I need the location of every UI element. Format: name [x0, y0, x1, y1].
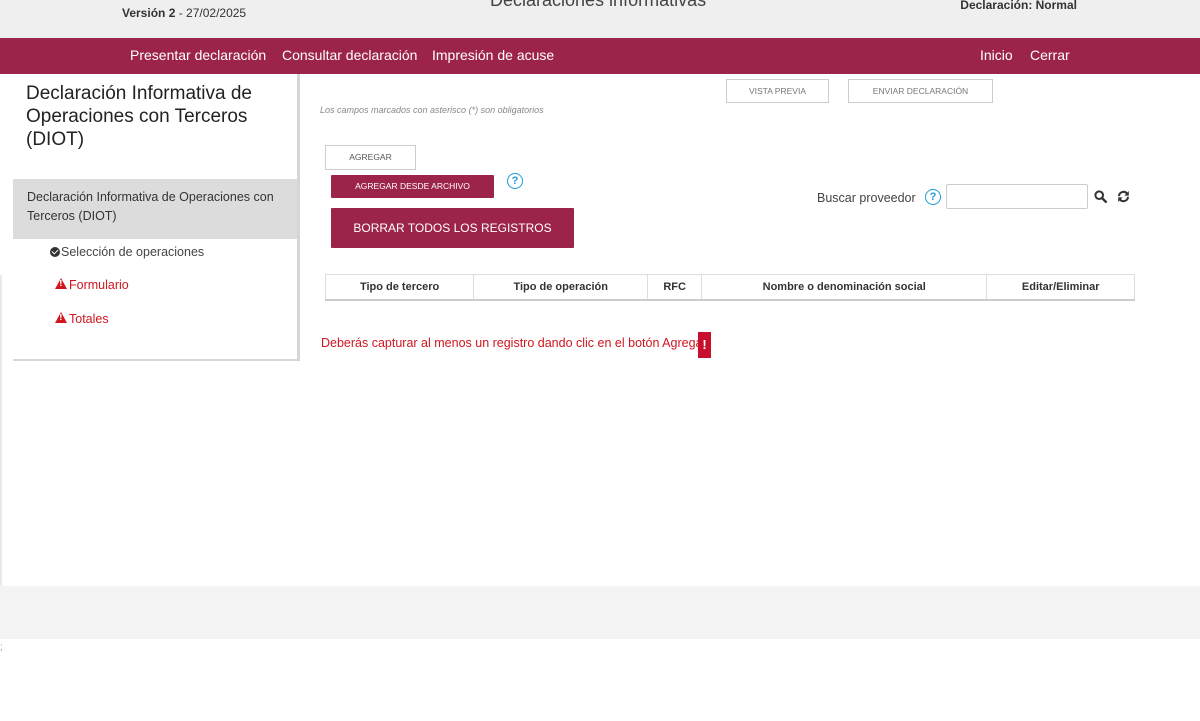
sidebar-item-totales[interactable]: Totales	[55, 311, 109, 326]
check-circle-icon	[50, 247, 60, 257]
preview-button[interactable]: VISTA PREVIA	[726, 79, 829, 103]
delete-all-records-button[interactable]: BORRAR TODOS LOS REGISTROS	[331, 208, 574, 248]
sidebar-item-label: Selección de operaciones	[61, 245, 205, 259]
version-date: - 27/02/2025	[178, 6, 247, 20]
sidebar-item-seleccion-operaciones[interactable]: Selección de operaciones	[50, 245, 204, 259]
nav-presentar-declaracion[interactable]: Presentar declaración	[130, 47, 266, 63]
col-header-nombre[interactable]: Nombre o denominación social	[701, 274, 988, 301]
col-header-tipo-tercero[interactable]: Tipo de tercero	[324, 274, 475, 301]
search-supplier-input[interactable]	[946, 184, 1088, 209]
sidebar: Declaración Informativa de Operaciones c…	[13, 74, 300, 361]
warning-icon	[55, 277, 67, 289]
footer-band	[0, 586, 1200, 639]
top-header: Versión 2 - 27/02/2025 Declaraciones inf…	[0, 0, 1200, 38]
search-supplier-label: Buscar proveedor	[817, 191, 916, 205]
col-header-editar-eliminar: Editar/Eliminar	[986, 274, 1135, 301]
sidebar-item-diot[interactable]: Declaración Informativa de Operaciones c…	[13, 179, 297, 239]
warning-icon	[55, 311, 67, 323]
required-fields-hint: Los campos marcados con asterisco (*) so…	[320, 105, 544, 115]
col-header-tipo-operacion[interactable]: Tipo de operación	[473, 274, 649, 301]
error-message: Deberás capturar al menos un registro da…	[321, 336, 710, 350]
suppliers-table: Tipo de tercero Tipo de operación RFC No…	[324, 274, 1135, 301]
sidebar-item-label: Formulario	[69, 278, 129, 292]
table-header-row: Tipo de tercero Tipo de operación RFC No…	[324, 274, 1135, 301]
error-badge: !	[698, 332, 711, 358]
declaration-type: Declaración: Normal	[960, 0, 1077, 12]
version-info: Versión 2 - 27/02/2025	[122, 6, 246, 20]
sidebar-title: Declaración Informativa de Operaciones c…	[26, 83, 252, 150]
send-declaration-button[interactable]: ENVIAR DECLARACIÓN	[848, 79, 993, 103]
search-icon[interactable]	[1094, 190, 1107, 203]
sidebar-item-diot-label: Declaración Informativa de Operaciones c…	[27, 190, 274, 223]
nav-impresion-acuse[interactable]: Impresión de acuse	[432, 47, 554, 63]
nav-consultar-declaracion[interactable]: Consultar declaración	[282, 47, 417, 63]
sidebar-item-formulario[interactable]: Formulario	[55, 277, 129, 292]
add-button[interactable]: AGREGAR	[325, 145, 416, 170]
nav-cerrar[interactable]: Cerrar	[1030, 47, 1070, 63]
add-from-file-button[interactable]: AGREGAR DESDE ARCHIVO	[331, 175, 494, 198]
nav-inicio[interactable]: Inicio	[980, 47, 1013, 63]
version-label: Versión 2	[122, 6, 176, 20]
search-help-icon[interactable]: ?	[925, 189, 941, 205]
sidebar-item-label: Totales	[69, 312, 109, 326]
col-header-rfc[interactable]: RFC	[647, 274, 703, 301]
app-title: Declaraciones informativas	[490, 0, 707, 10]
left-edge-divider	[0, 275, 2, 590]
help-icon[interactable]: ?	[507, 173, 523, 189]
main-navbar: Presentar declaración Consultar declarac…	[0, 38, 1200, 74]
refresh-icon[interactable]	[1117, 190, 1130, 203]
stray-mark: ;	[0, 642, 3, 653]
